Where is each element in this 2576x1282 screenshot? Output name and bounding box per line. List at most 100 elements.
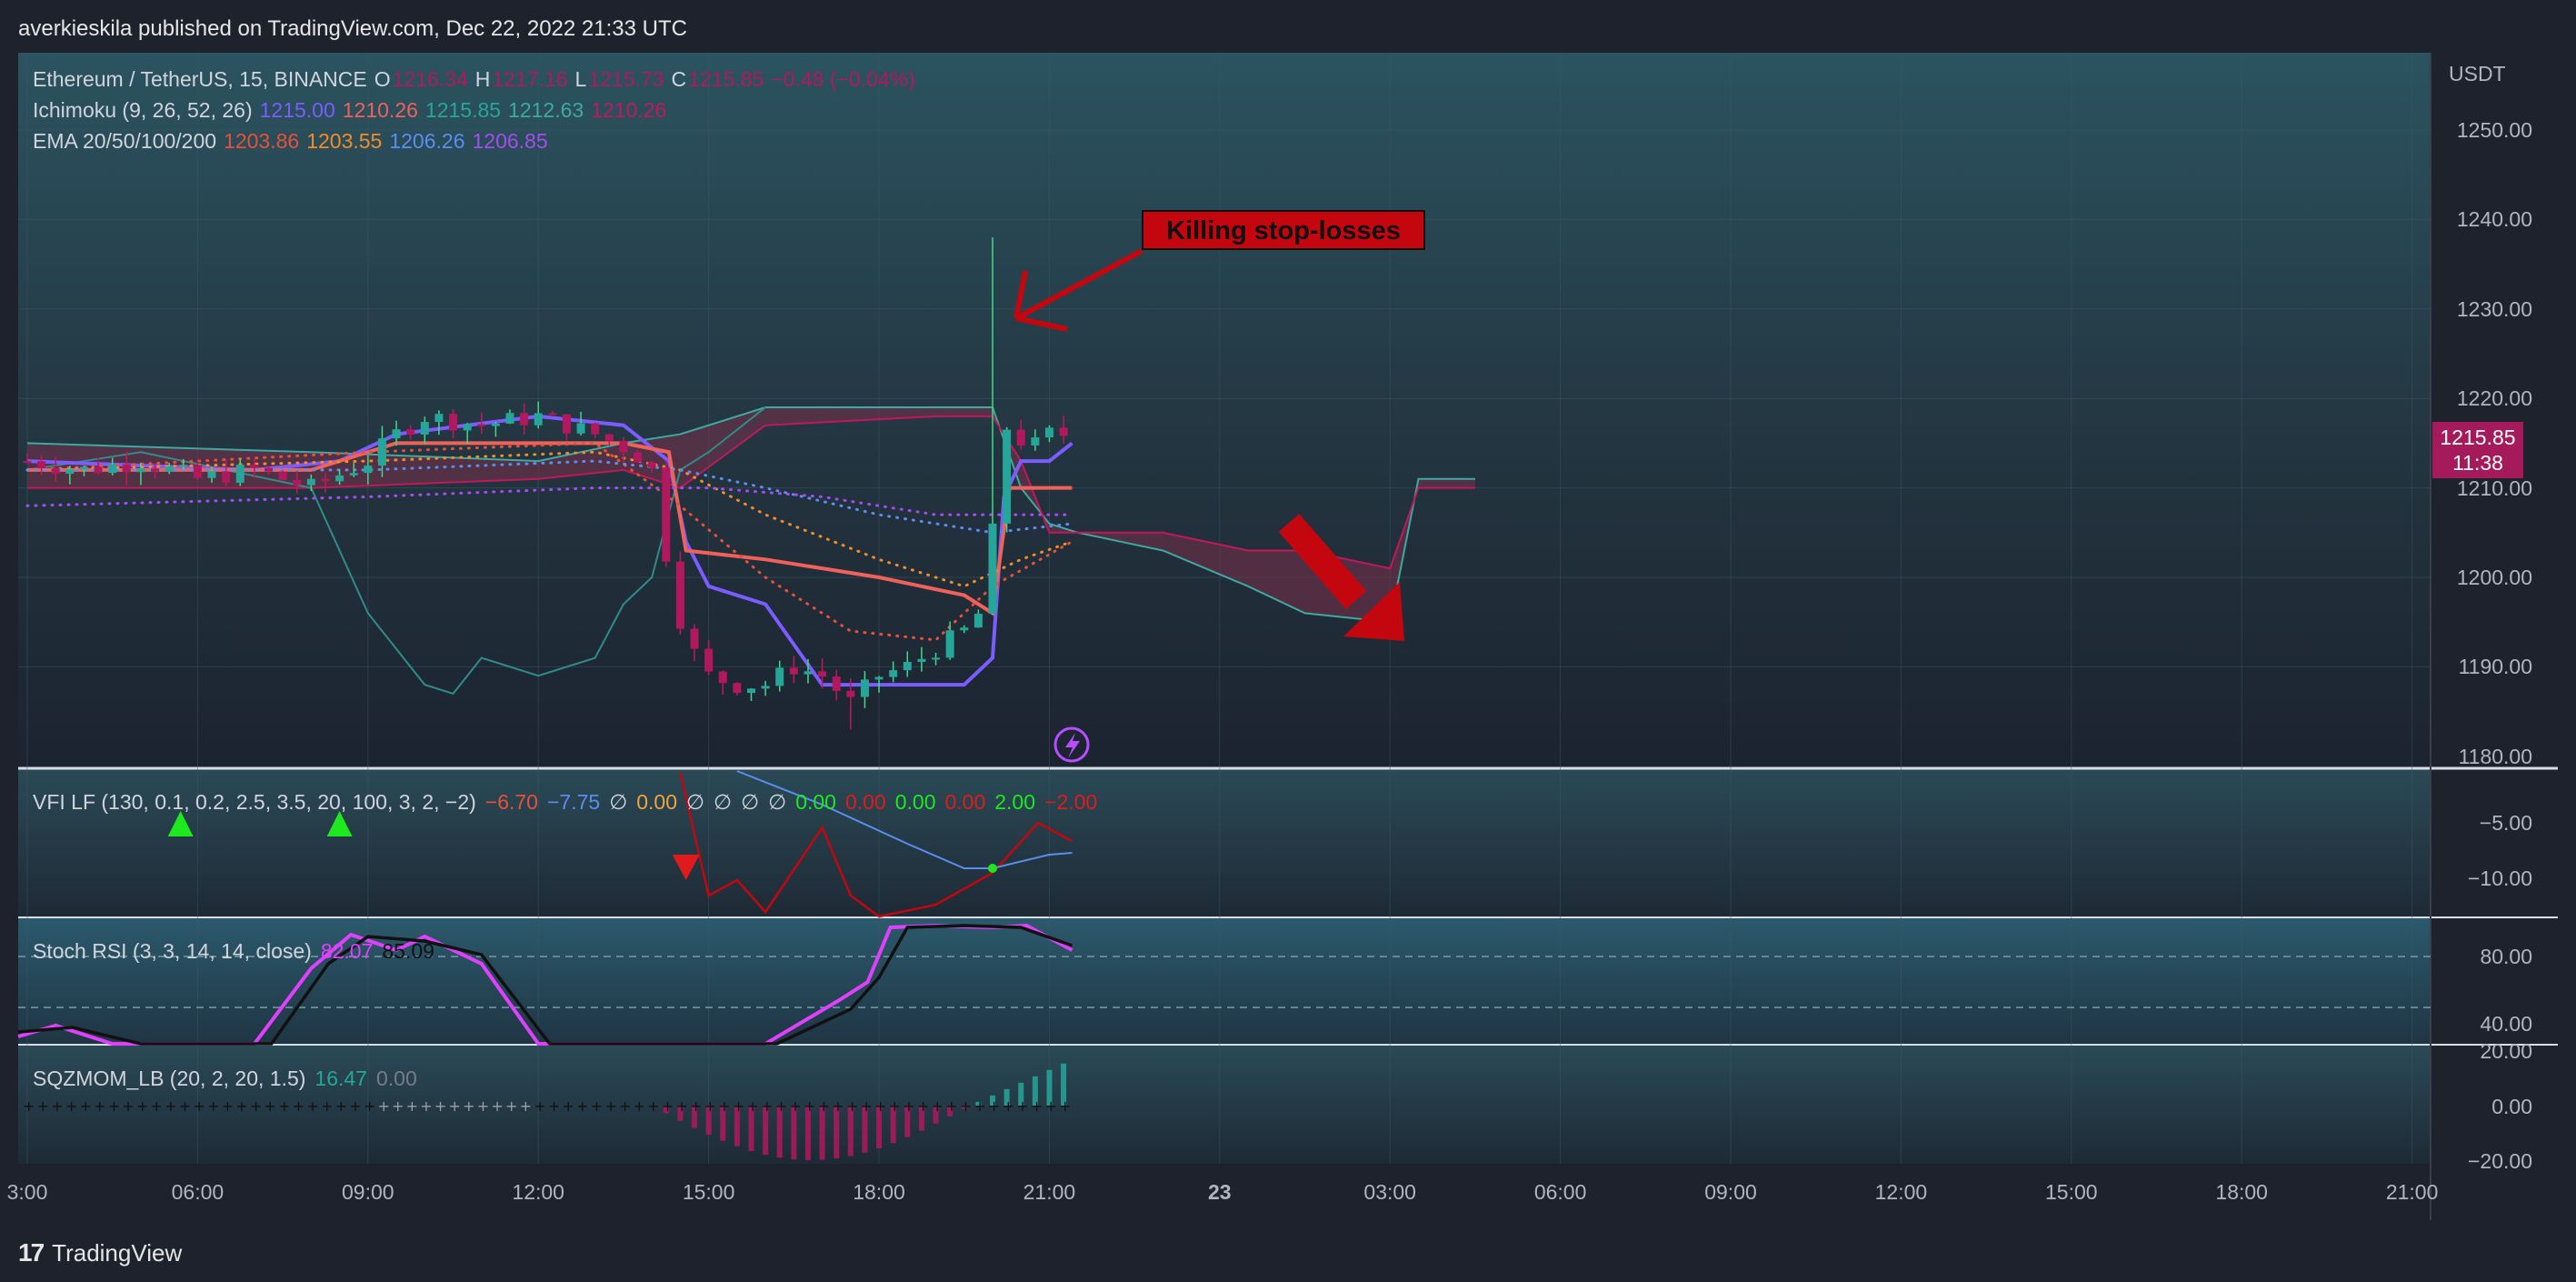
- price-tick: 1210.00: [2456, 476, 2532, 500]
- price-tick: 1190.00: [2458, 655, 2532, 679]
- candle-body: [548, 413, 557, 416]
- stoch-name[interactable]: Stoch RSI (3, 3, 14, 14, close): [33, 939, 312, 963]
- sqz-cross-icon: +: [860, 1097, 872, 1115]
- sqz-cross-icon: +: [988, 1097, 1000, 1115]
- sqz-cross-icon: +: [434, 1097, 446, 1115]
- sqz-cross-icon: +: [534, 1097, 545, 1115]
- sqz-cross-icon: +: [293, 1097, 305, 1115]
- vfi-legend[interactable]: VFI LF (130, 0.1, 0.2, 2.5, 3.5, 20, 100…: [33, 790, 1106, 815]
- candle-body: [733, 683, 742, 694]
- candle-body: [37, 461, 46, 469]
- sqz-cross-icon: +: [675, 1097, 687, 1115]
- subpane-tick: 80.00: [2480, 945, 2532, 968]
- candle-body: [165, 466, 174, 472]
- candle-body: [604, 434, 614, 441]
- symbol-name[interactable]: Ethereum / TetherUS, 15, BINANCE: [33, 67, 367, 91]
- candle-body: [562, 414, 571, 434]
- vfi-signal-dot: [987, 864, 997, 873]
- symbol-legend[interactable]: Ethereum / TetherUS, 15, BINANCE O1216.34…: [33, 67, 923, 92]
- price-tick: 1200.00: [2456, 566, 2532, 589]
- price-tick: 1240.00: [2456, 207, 2532, 232]
- sqz-cross-icon: +: [789, 1097, 801, 1115]
- sqz-cross-icon: +: [945, 1097, 957, 1115]
- candle-body: [207, 471, 216, 478]
- candle-body: [675, 561, 684, 629]
- main-pane[interactable]: [18, 53, 2431, 767]
- sqz-name[interactable]: SQZMOM_LB (20, 2, 20, 1.5): [33, 1067, 305, 1090]
- sqz-cross-icon: +: [449, 1097, 461, 1115]
- candle-body: [108, 464, 117, 474]
- sqz-cross-icon: +: [960, 1097, 972, 1115]
- time-tick: 21:00: [2385, 1180, 2439, 1204]
- ichimoku-legend[interactable]: Ichimoku (9, 26, 52, 26) 1215.00 1210.26 12…: [33, 98, 674, 123]
- candle-body: [392, 429, 401, 439]
- sqz-cross-icon: +: [761, 1097, 773, 1115]
- sqz-cross-icon: +: [165, 1097, 176, 1115]
- time-tick: 15:00: [2045, 1180, 2098, 1204]
- sqz-cross-icon: +: [1044, 1097, 1056, 1115]
- sqz-legend[interactable]: SQZMOM_LB (20, 2, 20, 1.5) 16.47 0.00: [33, 1067, 426, 1091]
- sqz-cross-icon: +: [505, 1097, 517, 1115]
- candle-body: [534, 413, 543, 426]
- sqz-cross-icon: +: [207, 1097, 219, 1115]
- candle-body: [874, 676, 884, 680]
- close-label: C: [671, 67, 687, 91]
- sqz-cross-icon: +: [690, 1097, 702, 1115]
- candle-body: [94, 466, 103, 474]
- vfi-v5: ∅: [686, 790, 705, 814]
- vfi-v11: 0.00: [894, 790, 936, 814]
- sqz-cross-icon: +: [746, 1097, 758, 1115]
- ema20-value: 1203.86: [224, 129, 300, 153]
- ichimoku-span-a: 1212.63: [508, 98, 584, 122]
- sqz-cross-icon: +: [23, 1097, 35, 1115]
- time-tick: 09:00: [342, 1180, 394, 1204]
- tradingview-logo[interactable]: 17 TradingView: [18, 1238, 182, 1267]
- sqz-cross-icon: +: [619, 1097, 631, 1115]
- candle-body: [647, 462, 656, 468]
- sqz-cross-icon: +: [491, 1097, 503, 1115]
- open-label: O: [374, 67, 391, 91]
- candle-body: [662, 467, 671, 562]
- time-tick: 23: [1208, 1180, 1232, 1204]
- sqz-cross-icon: +: [548, 1097, 560, 1115]
- sqz-cross-icon: +: [335, 1097, 347, 1115]
- sqz-cross-icon: +: [222, 1097, 234, 1115]
- vfi-v14: −2.00: [1044, 790, 1098, 814]
- sqz-cross-icon: +: [1003, 1097, 1014, 1115]
- chart-canvas[interactable]: + + + + + + + + + + + + + + + + + + + + + + + + + + + + + + + + + + + + + + + +…: [0, 0, 2576, 1220]
- sqz-cross-icon: +: [179, 1097, 191, 1115]
- time-tick: 09:00: [1704, 1180, 1757, 1204]
- stoch-legend[interactable]: Stoch RSI (3, 3, 14, 14, close) 82.07 85.0…: [33, 939, 444, 964]
- ichimoku-kijun: 1210.26: [342, 98, 418, 122]
- ema-name[interactable]: EMA 20/50/100/200: [33, 129, 216, 153]
- sqz-cross-icon: +: [576, 1097, 588, 1115]
- candle-body: [704, 648, 714, 672]
- ichimoku-name[interactable]: Ichimoku (9, 26, 52, 26): [33, 98, 253, 122]
- candle-body: [463, 424, 472, 431]
- candle-body: [477, 424, 486, 426]
- candle-body: [520, 413, 529, 426]
- annotation-label[interactable]: Killing stop-losses: [1142, 210, 1425, 250]
- candle-body: [960, 627, 969, 631]
- price-tick: 1230.00: [2456, 296, 2532, 321]
- sqz-cross-icon: +: [321, 1097, 333, 1115]
- subpane-tick: 40.00: [2480, 1012, 2532, 1036]
- candle-body: [321, 478, 330, 482]
- candle-body: [222, 471, 231, 483]
- subpane-tick: −20.00: [2468, 1149, 2532, 1173]
- candle-body: [761, 686, 770, 689]
- sqz-cross-icon: +: [775, 1097, 787, 1115]
- vfi-v2: −7.75: [546, 790, 601, 814]
- sqz-cross-icon: +: [846, 1097, 858, 1115]
- candle-body: [293, 479, 302, 486]
- vfi-name[interactable]: VFI LF (130, 0.1, 0.2, 2.5, 3.5, 20, 100…: [33, 790, 476, 814]
- tradingview-logo-icon: 17: [18, 1238, 45, 1267]
- currency-label: USDT: [2449, 62, 2506, 85]
- sqz-cross-icon: +: [973, 1097, 985, 1115]
- ema-legend[interactable]: EMA 20/50/100/200 1203.86 1203.55 1206.26 12…: [33, 129, 555, 154]
- candle-body: [136, 468, 145, 473]
- candle-body: [122, 464, 131, 473]
- sqz-v2: 0.00: [375, 1067, 417, 1090]
- candle-body: [846, 690, 855, 697]
- price-tick: 1220.00: [2456, 386, 2532, 411]
